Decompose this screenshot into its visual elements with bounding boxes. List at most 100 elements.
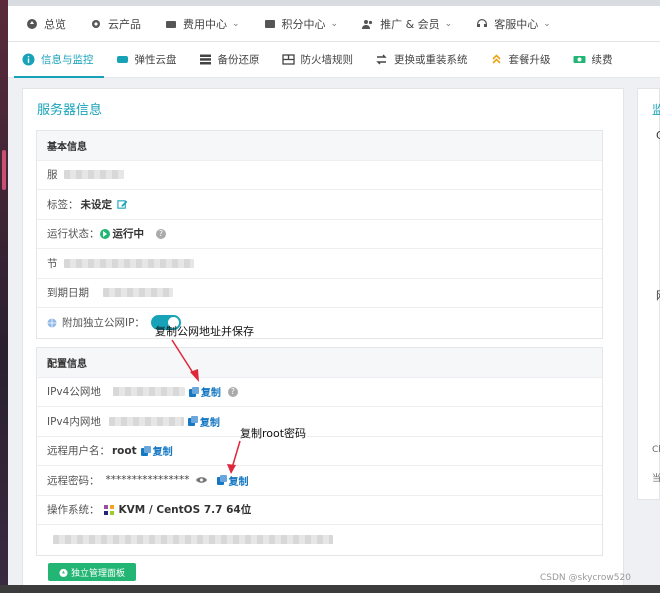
nav-item-label: 积分中心 (281, 17, 326, 31)
tab-label: 弹性云盘 (134, 54, 177, 66)
panel-manage-button[interactable]: 独立管理面板 (48, 563, 136, 581)
annotation-arrow-icon (171, 339, 199, 382)
remote-password-value: **************** (105, 474, 190, 487)
headset-icon (477, 18, 488, 27)
copy-label: 复制 (199, 417, 220, 429)
nav-item-label: 云产品 (108, 17, 141, 31)
copy-username-button[interactable]: 复制 (140, 443, 173, 459)
status-row: 运行状态： 运行中 ? (37, 220, 602, 249)
tab-backup[interactable]: 备份还原 (199, 42, 260, 78)
node-label: 节 (47, 257, 58, 270)
tag-row: 标签： 未设定 (37, 190, 602, 220)
server-tabs: 信息与监控 弹性云盘 备份还原 防火墙规则 更换或重装系统 套餐升级 续费 (8, 42, 660, 78)
eye-icon[interactable] (195, 476, 207, 484)
tab-info-monitor[interactable]: 信息与监控 (14, 42, 103, 78)
copy-label: 复制 (200, 388, 221, 400)
redacted-value (53, 535, 333, 545)
redacted-value (63, 170, 124, 180)
annotation-arrow-icon (227, 440, 241, 474)
expire-row: 到期日期 (37, 279, 602, 308)
copy-icon (187, 416, 198, 427)
help-icon[interactable]: ? (156, 228, 166, 239)
node-row: 节 (37, 249, 602, 279)
panel-title: 服务器信息 (37, 103, 103, 118)
public-ip-row: 附加独立公网IP： (37, 308, 602, 338)
help-icon[interactable]: ? (227, 386, 238, 397)
monitor-text: 当 (652, 474, 660, 484)
basic-info-box: 基本信息 服 标签： 未设定 运行状态： 运行中 ? 节 到期日期 附加独立公网… (36, 130, 603, 339)
copy-public-ip-button[interactable]: 复制 (188, 384, 221, 400)
panel-manage-label: 独立管理面板 (70, 568, 125, 579)
config-info-header: 配置信息 (37, 348, 602, 378)
tab-upgrade[interactable]: 套餐升级 (490, 42, 551, 78)
swap-icon (376, 54, 387, 65)
copy-icon (188, 386, 199, 397)
ipv4-public-label: IPv4公网地 (47, 386, 101, 399)
tab-label: 防火墙规则 (300, 54, 354, 66)
remote-user-label: 远程用户名： (47, 445, 110, 458)
monitor-text: Cl (652, 445, 660, 455)
centos-icon (103, 504, 114, 515)
public-ip-label: 附加独立公网IP： (62, 317, 145, 330)
globe-icon (47, 318, 57, 328)
nav-item-label: 推广 & 会员 (380, 17, 440, 31)
copy-private-ip-button[interactable]: 复制 (187, 414, 220, 429)
upgrade-icon (491, 54, 501, 64)
tag-value: 未设定 (80, 198, 113, 211)
backup-icon (199, 54, 211, 65)
nav-item-label: 客服中心 (494, 17, 539, 31)
redacted-value (112, 387, 185, 397)
tab-renew[interactable]: 续费 (573, 42, 613, 78)
nav-item-overview[interactable]: 总览 (26, 16, 66, 32)
points-icon (264, 19, 275, 28)
nav-item-cloud-products[interactable]: 云产品 (90, 16, 141, 32)
redacted-value (108, 416, 184, 426)
chevron-down-icon: ⌄ (444, 18, 453, 29)
chevron-down-icon: ⌄ (330, 18, 339, 29)
firewall-icon (281, 54, 295, 65)
edit-icon[interactable] (117, 199, 128, 210)
nav-item-label: 费用中心 (183, 17, 227, 31)
os-row: 操作系统： KVM / CentOS 7.7 64位 (37, 496, 602, 525)
nav-item-support[interactable]: 客服中心 ⌄ (476, 16, 551, 32)
nav-item-points[interactable]: 积分中心 ⌄ (264, 16, 339, 32)
copy-label: 复制 (152, 447, 173, 459)
tab-firewall[interactable]: 防火墙规则 (281, 42, 354, 78)
tab-label: 信息与监控 (41, 54, 94, 66)
bottom-bar (0, 585, 660, 593)
redacted-value (63, 258, 194, 268)
nav-item-label: 总览 (44, 17, 66, 31)
tab-label: 备份还原 (217, 54, 260, 66)
tab-label: 更换或重装系统 (394, 54, 468, 66)
gear-icon (92, 19, 100, 28)
redacted-row (37, 525, 602, 555)
monitor-panel: 监 C 网 Cl 当 (637, 88, 660, 500)
tab-cloud-disk[interactable]: 弹性云盘 (116, 42, 177, 78)
dashboard-icon (59, 568, 68, 577)
chevron-down-icon: ⌄ (232, 18, 240, 29)
os-label: 操作系统： (47, 504, 100, 517)
tab-reinstall[interactable]: 更换或重装系统 (375, 42, 468, 78)
tab-label: 续费 (591, 54, 613, 66)
expire-label: 到期日期 (47, 287, 89, 300)
dashboard-icon (27, 18, 37, 29)
cloud-disk-icon (116, 56, 128, 63)
renew-icon (573, 56, 585, 63)
background-edge (0, 0, 8, 593)
nav-item-billing[interactable]: 费用中心 ⌄ (165, 16, 240, 32)
ipv4-private-label: IPv4内网地 (47, 415, 101, 428)
tab-label: 套餐升级 (508, 54, 551, 66)
nav-item-promotion[interactable]: 推广 & 会员 ⌄ (362, 16, 452, 32)
copy-icon (140, 445, 151, 456)
watermark: CSDN @skycrow520 (540, 573, 631, 583)
monitor-title: 监 (652, 103, 660, 117)
running-icon (99, 228, 110, 239)
config-info-box: 配置信息 IPv4公网地 复制 ? IPv4内网地 复制 远程用户名： root… (36, 347, 603, 556)
wallet-icon (166, 20, 176, 28)
remote-user-row: 远程用户名： root 复制 (37, 437, 602, 466)
remote-user-value: root (112, 444, 137, 457)
chevron-down-icon: ⌄ (543, 18, 551, 29)
os-value: KVM / CentOS 7.7 64位 (118, 504, 252, 517)
tag-label: 标签： (47, 198, 79, 211)
server-label: 服 (47, 169, 58, 182)
